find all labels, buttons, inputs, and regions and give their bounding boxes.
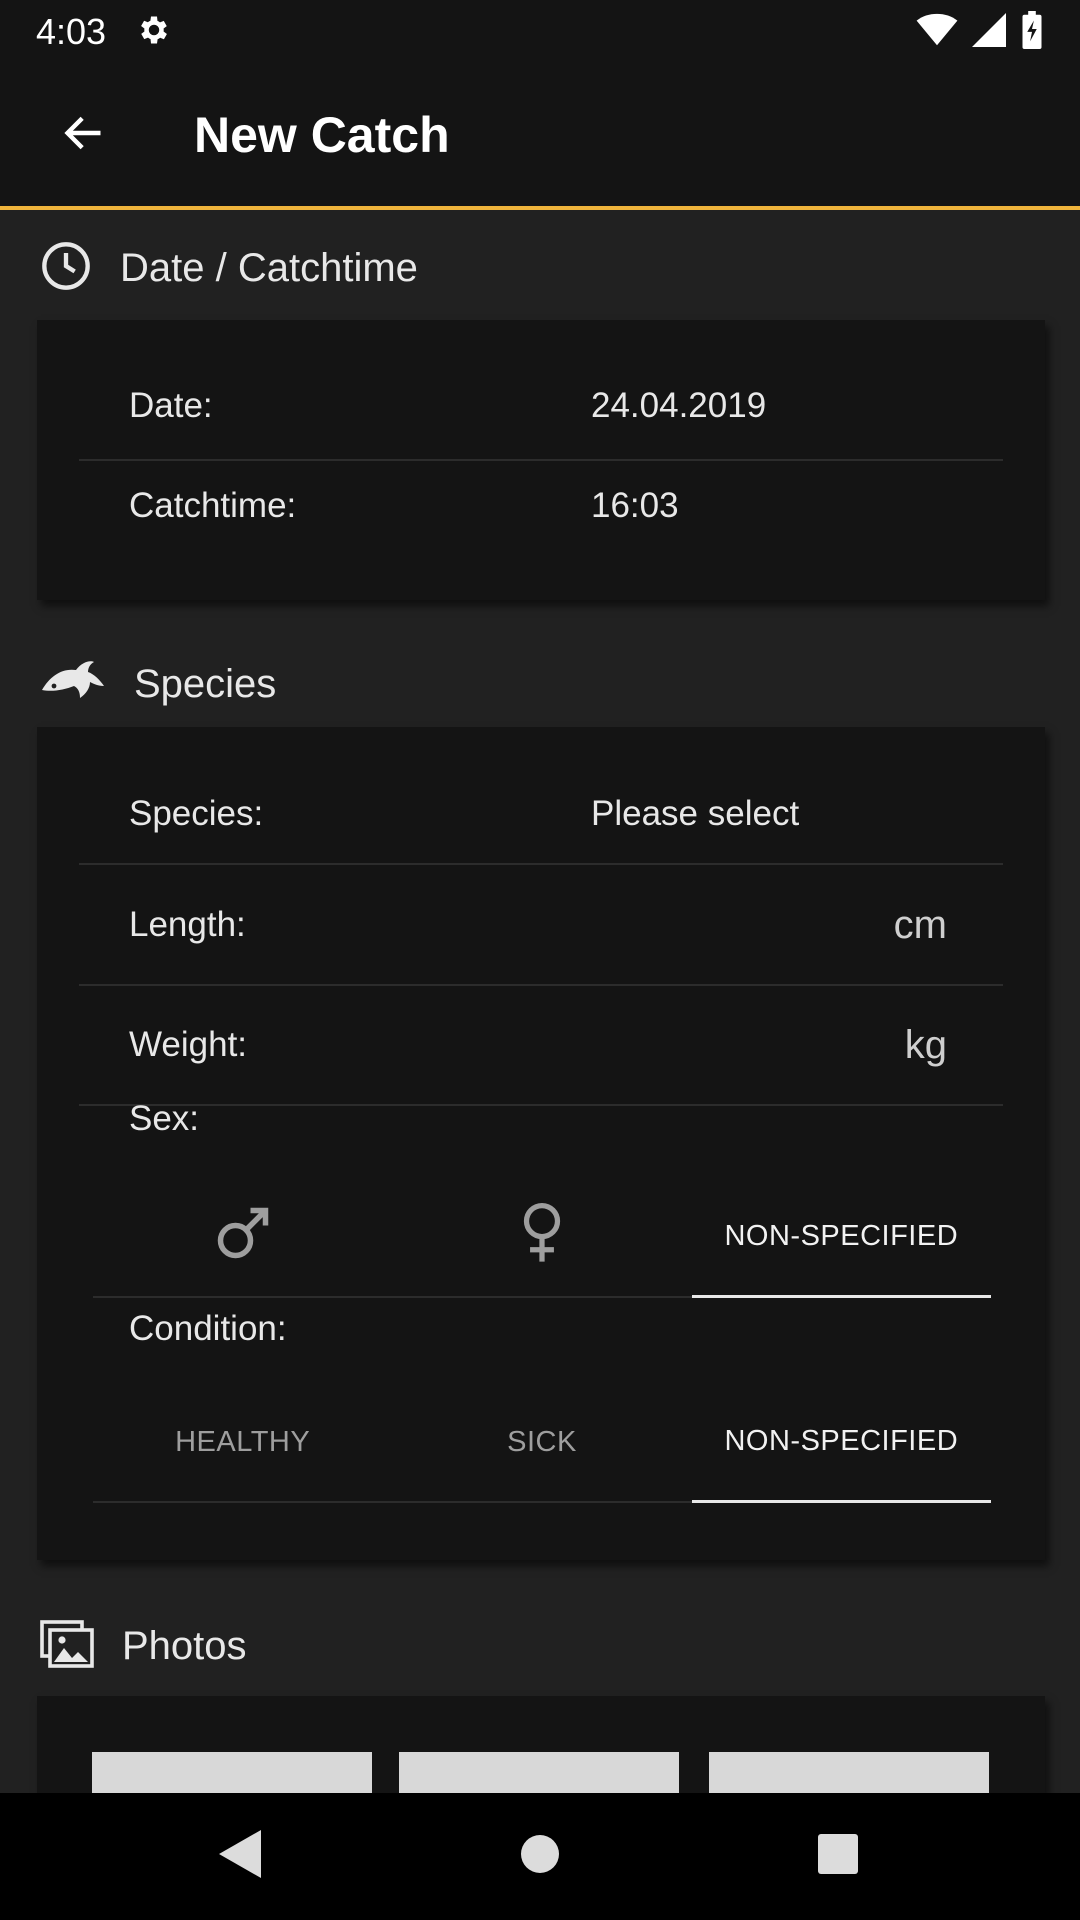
photo-slot-2[interactable] bbox=[399, 1752, 679, 1794]
section-title-species: Species bbox=[134, 662, 277, 706]
date-card: Date: 24.04.2019 Catchtime: 16:03 bbox=[37, 320, 1045, 600]
weight-row[interactable]: Weight: kg bbox=[79, 995, 1003, 1095]
catchtime-value[interactable]: 16:03 bbox=[591, 486, 679, 526]
square-recents-icon bbox=[818, 1834, 858, 1879]
weight-label: Weight: bbox=[129, 1025, 248, 1064]
fish-icon bbox=[40, 660, 106, 709]
condition-option-non-specified[interactable]: NON-SPECIFIED bbox=[691, 1383, 991, 1503]
length-label: Length: bbox=[129, 905, 246, 944]
status-time: 4:03 bbox=[36, 11, 107, 52]
circle-home-icon bbox=[520, 1834, 560, 1879]
female-icon bbox=[518, 1202, 566, 1272]
condition-label-row: Condition: bbox=[79, 1294, 1003, 1364]
section-header-date: Date / Catchtime bbox=[40, 240, 418, 297]
date-row[interactable]: Date: 24.04.2019 bbox=[79, 356, 1003, 456]
section-header-species: Species bbox=[40, 660, 276, 709]
battery-charging-icon bbox=[1020, 10, 1044, 54]
sex-option-female[interactable] bbox=[392, 1178, 692, 1298]
sex-label: Sex: bbox=[129, 1099, 200, 1138]
app-bar: New Catch bbox=[0, 64, 1080, 210]
gear-icon bbox=[136, 12, 172, 53]
nav-home-button[interactable] bbox=[490, 1807, 590, 1907]
status-bar: 4:03 bbox=[0, 0, 1080, 64]
species-row[interactable]: Species: Please select bbox=[79, 764, 1003, 864]
species-select[interactable]: Please select bbox=[591, 794, 799, 834]
condition-label: Condition: bbox=[129, 1309, 287, 1348]
clock-icon bbox=[40, 240, 92, 297]
condition-selector[interactable]: HEALTHY SICK NON-SPECIFIED bbox=[93, 1383, 991, 1503]
section-title-date: Date / Catchtime bbox=[120, 246, 418, 290]
photos-icon bbox=[40, 1620, 94, 1673]
nav-back-button[interactable] bbox=[190, 1807, 290, 1907]
photo-slot-3[interactable] bbox=[709, 1752, 989, 1794]
species-label: Species: bbox=[129, 794, 264, 833]
date-label: Date: bbox=[129, 386, 213, 425]
nav-recents-button[interactable] bbox=[788, 1807, 888, 1907]
triangle-back-icon bbox=[219, 1830, 261, 1883]
signal-icon bbox=[972, 12, 1006, 52]
divider bbox=[79, 863, 1003, 865]
male-icon bbox=[213, 1203, 273, 1271]
catchtime-label: Catchtime: bbox=[129, 486, 297, 525]
condition-option-sick[interactable]: SICK bbox=[392, 1383, 692, 1503]
wifi-icon bbox=[916, 13, 958, 52]
navigation-bar bbox=[0, 1793, 1080, 1920]
divider bbox=[79, 984, 1003, 986]
sex-label-row: Sex: bbox=[79, 1089, 1003, 1149]
back-button[interactable] bbox=[36, 87, 132, 183]
condition-option-healthy[interactable]: HEALTHY bbox=[93, 1383, 393, 1503]
section-header-photos: Photos bbox=[40, 1620, 247, 1673]
length-unit: cm bbox=[893, 902, 947, 947]
date-value[interactable]: 24.04.2019 bbox=[591, 386, 766, 426]
sex-selector[interactable]: NON-SPECIFIED bbox=[93, 1178, 991, 1298]
catchtime-row[interactable]: Catchtime: 16:03 bbox=[79, 456, 1003, 556]
sex-option-male[interactable] bbox=[93, 1178, 393, 1298]
page-title: New Catch bbox=[194, 107, 450, 163]
weight-unit: kg bbox=[904, 1022, 947, 1067]
photo-slot-1[interactable] bbox=[92, 1752, 372, 1794]
species-card: Species: Please select Length: cm Weight… bbox=[37, 727, 1045, 1560]
length-row[interactable]: Length: cm bbox=[79, 875, 1003, 975]
sex-option-non-specified[interactable]: NON-SPECIFIED bbox=[691, 1178, 991, 1298]
arrow-left-icon bbox=[62, 111, 106, 160]
section-title-photos: Photos bbox=[122, 1624, 247, 1668]
